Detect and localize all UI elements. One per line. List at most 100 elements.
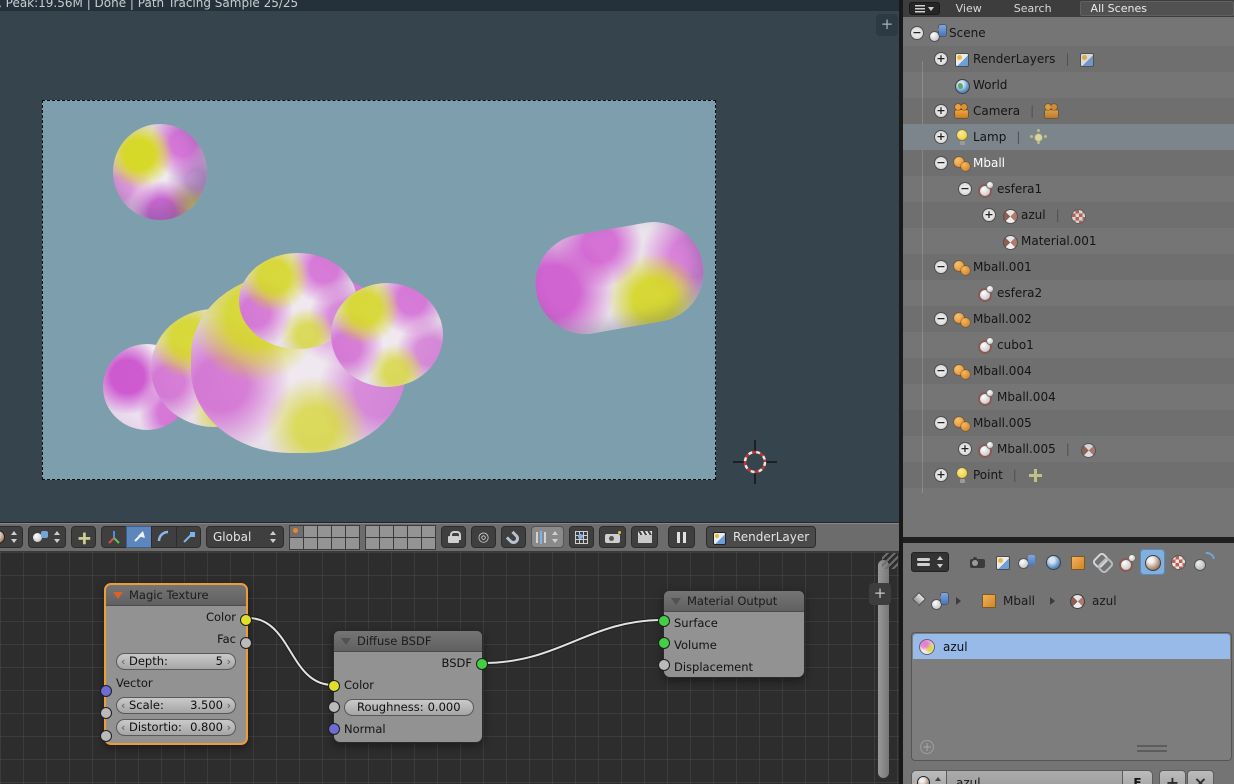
menu-search[interactable]: Search: [998, 2, 1068, 15]
fac-output-socket[interactable]: [240, 637, 252, 649]
outliner-row[interactable]: Mball.001 |: [903, 254, 1234, 280]
viewport-3d[interactable]: +: [0, 11, 899, 522]
outliner-row[interactable]: Mball.004 |: [903, 384, 1234, 410]
expand-toggle-icon[interactable]: [934, 260, 948, 274]
collapse-triangle-icon[interactable]: [671, 598, 681, 605]
expand-toggle-icon[interactable]: [934, 156, 948, 170]
outliner-row[interactable]: Mball |: [903, 150, 1234, 176]
pin-icon[interactable]: [911, 593, 925, 609]
displacement-input-socket[interactable]: [658, 659, 670, 671]
expand-toggle-icon[interactable]: [910, 26, 924, 40]
outliner-row[interactable]: Scene |: [903, 20, 1234, 46]
roughness-input-socket[interactable]: [328, 701, 340, 713]
bsdf-output-socket[interactable]: [476, 658, 488, 670]
expand-toggle-icon[interactable]: [934, 416, 948, 430]
outliner-row[interactable]: cubo1 |: [903, 332, 1234, 358]
distortion-input-socket[interactable]: [100, 730, 112, 742]
render-layer-dropdown[interactable]: RenderLayer: [706, 526, 816, 548]
breadcrumb-object[interactable]: Mball: [1003, 594, 1035, 608]
expand-toggle-icon[interactable]: [934, 364, 948, 378]
collapse-triangle-icon[interactable]: [113, 592, 123, 599]
node-magic-texture[interactable]: Magic Texture Color Fac Depth: 5 Vector …: [104, 583, 248, 745]
node-editor[interactable]: Magic Texture Color Fac Depth: 5 Vector …: [0, 552, 899, 784]
lock-to-scene-button[interactable]: [441, 526, 466, 548]
distortion-field[interactable]: Distortio: 0.800: [116, 719, 236, 736]
area-resize-handle[interactable]: [882, 553, 898, 569]
list-resize-grip[interactable]: [1137, 745, 1167, 753]
viewport-shading-dropdown[interactable]: [0, 526, 23, 548]
add-slot-icon[interactable]: +: [920, 740, 934, 754]
expand-toggle-icon[interactable]: [958, 442, 972, 456]
outliner-row[interactable]: esfera1 |: [903, 176, 1234, 202]
expand-panel-button[interactable]: +: [869, 583, 891, 605]
outliner-row[interactable]: Mball.005 |: [903, 410, 1234, 436]
outliner-row[interactable]: Mball.002 |: [903, 306, 1234, 332]
color-input-socket[interactable]: [328, 680, 340, 692]
scale-manipulator-button[interactable]: [176, 526, 201, 548]
collapse-triangle-icon[interactable]: [341, 638, 351, 645]
rotate-manipulator-button[interactable]: [151, 526, 176, 548]
depth-field[interactable]: Depth: 5: [116, 653, 236, 670]
node-header[interactable]: Material Output: [664, 591, 804, 612]
properties-tab[interactable]: [1015, 549, 1040, 575]
expand-toggle-icon[interactable]: [934, 312, 948, 326]
snap-toggle-button[interactable]: [501, 526, 526, 548]
render-animation-button[interactable]: [631, 526, 658, 548]
properties-tab[interactable]: [990, 549, 1015, 575]
manipulator-toggle-button[interactable]: [71, 526, 96, 548]
normal-input-socket[interactable]: [328, 723, 340, 735]
surface-input-socket[interactable]: [658, 615, 670, 627]
editor-type-button[interactable]: [909, 2, 940, 15]
render-still-button[interactable]: [599, 526, 626, 548]
node-header[interactable]: Diffuse BSDF: [334, 631, 482, 652]
layers-grid-2[interactable]: [365, 525, 436, 550]
expand-toggle-icon[interactable]: [934, 104, 948, 118]
node-header[interactable]: Magic Texture: [106, 585, 246, 606]
volume-input-socket[interactable]: [658, 637, 670, 649]
coordinate-system-dropdown[interactable]: Global: [206, 526, 284, 548]
breadcrumb-material[interactable]: azul: [1092, 594, 1117, 608]
properties-tab[interactable]: [1140, 549, 1165, 575]
material-name-field[interactable]: azul: [947, 770, 1123, 784]
node-diffuse-bsdf[interactable]: Diffuse BSDF BSDF Color Roughness: 0.000…: [333, 630, 483, 743]
expand-toggle-icon[interactable]: [958, 182, 972, 196]
expand-toggle-icon[interactable]: [934, 130, 948, 144]
pause-render-button[interactable]: [668, 526, 695, 548]
vector-input-socket[interactable]: [100, 685, 112, 697]
expand-toggle-icon[interactable]: [934, 468, 948, 482]
properties-tab[interactable]: [1115, 549, 1140, 575]
menu-view[interactable]: View: [940, 2, 998, 15]
editor-type-button[interactable]: [911, 552, 949, 572]
color-output-socket[interactable]: [240, 614, 252, 626]
scale-field[interactable]: Scale: 3.500: [116, 697, 236, 714]
outliner-row[interactable]: azul |: [903, 202, 1234, 228]
node-material-output[interactable]: Material Output Surface Volume Displacem…: [663, 590, 805, 678]
outliner-row[interactable]: Point |: [903, 462, 1234, 488]
snap-target-button[interactable]: [569, 526, 594, 548]
outliner-row[interactable]: esfera2 |: [903, 280, 1234, 306]
properties-tab[interactable]: [1090, 549, 1115, 575]
properties-tab[interactable]: [1165, 549, 1190, 575]
layers-grid-1[interactable]: [289, 525, 360, 550]
axes-tripod-icon[interactable]: [101, 526, 126, 548]
pivot-point-dropdown[interactable]: [28, 526, 66, 548]
outliner-row[interactable]: Lamp |: [903, 124, 1234, 150]
snap-element-dropdown[interactable]: [531, 526, 564, 548]
expand-toggle-icon[interactable]: [982, 208, 996, 222]
scale-input-socket[interactable]: [100, 707, 112, 719]
material-browse-button[interactable]: [911, 770, 947, 784]
expand-toggle-icon[interactable]: [934, 52, 948, 66]
material-slot-selected[interactable]: azul: [913, 634, 1230, 659]
translate-manipulator-button[interactable]: [126, 526, 151, 548]
layer-cell-active[interactable]: [290, 526, 303, 537]
properties-tab[interactable]: [1190, 549, 1215, 575]
outliner-row[interactable]: RenderLayers |: [903, 46, 1234, 72]
properties-tab[interactable]: [1040, 549, 1065, 575]
proportional-edit-button[interactable]: ◎: [471, 526, 496, 548]
properties-tab[interactable]: [965, 549, 990, 575]
outliner-row[interactable]: World |: [903, 72, 1234, 98]
fake-user-button[interactable]: F: [1123, 770, 1153, 784]
display-filter-dropdown[interactable]: All Scenes: [1080, 1, 1234, 16]
outliner-row[interactable]: Mball.005 |: [903, 436, 1234, 462]
outliner-row[interactable]: Material.001 |: [903, 228, 1234, 254]
